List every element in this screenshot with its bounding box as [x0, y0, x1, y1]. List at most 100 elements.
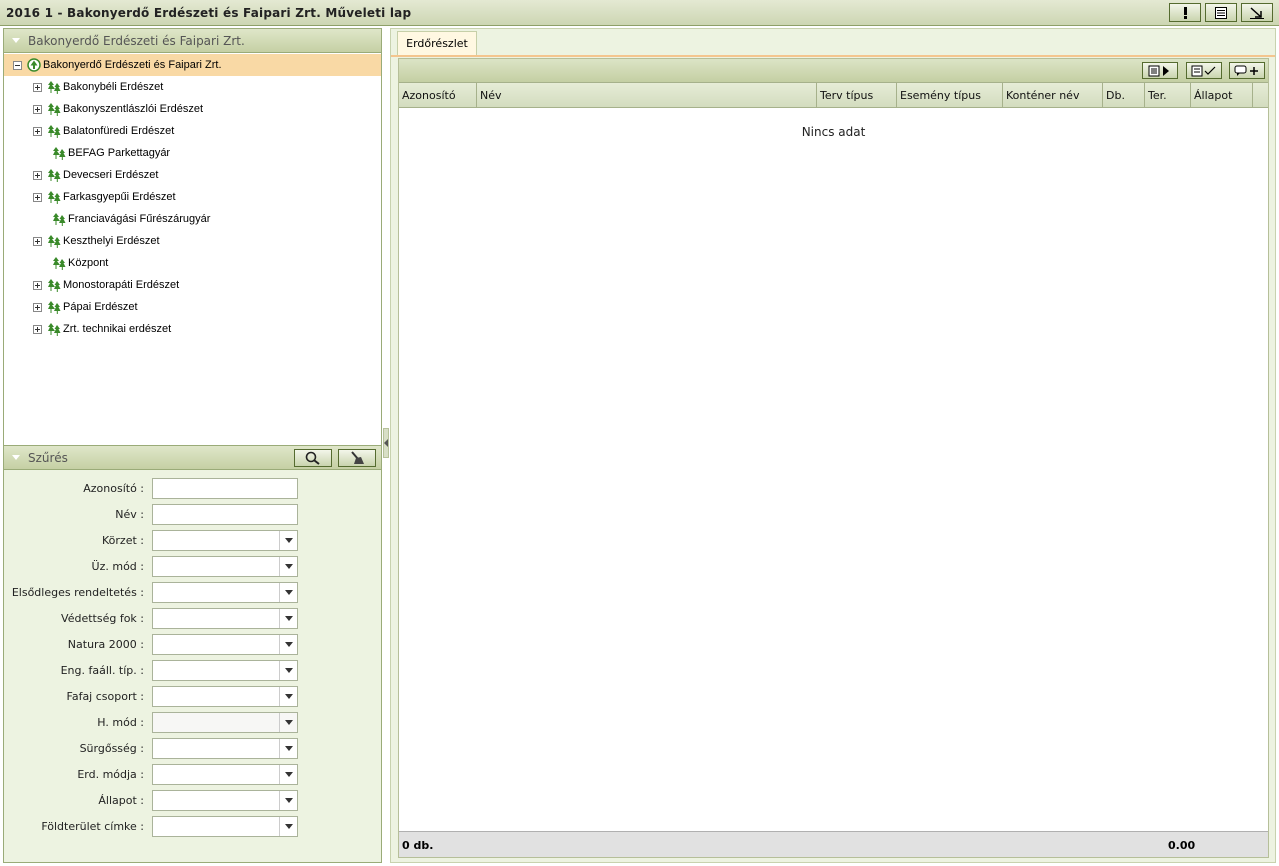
tree-item[interactable]: Farkasgyepűi Erdészet	[4, 186, 176, 208]
filter-label: Körzet :	[102, 533, 144, 547]
list-forward-button[interactable]	[1142, 62, 1178, 79]
chevron-down-icon[interactable]	[279, 712, 297, 732]
tree-item[interactable]: BEFAG Parkettagyár	[4, 142, 170, 164]
right-panel: Erdőrészlet Azonosító Név Terv típus Esemén…	[390, 28, 1276, 863]
tree-item-label: Központ	[68, 257, 109, 269]
filter-select[interactable]	[152, 737, 298, 759]
filter-select[interactable]	[152, 789, 298, 811]
expand-toggle-icon[interactable]	[33, 280, 42, 290]
expand-toggle-icon[interactable]	[33, 324, 42, 334]
tree-item-label: Bakonyszentlászlói Erdészet	[63, 103, 204, 115]
filter-label: Fafaj csoport :	[66, 689, 144, 703]
tree-item-label: Monostorapáti Erdészet	[63, 279, 180, 291]
column-header[interactable]: Konténer név	[1003, 83, 1103, 108]
column-header[interactable]: Ter.	[1145, 83, 1191, 108]
forest-icon-wrap	[52, 212, 66, 226]
column-header[interactable]: Azonosító	[399, 83, 477, 108]
chevron-down-icon[interactable]	[279, 530, 297, 550]
filter-text-input[interactable]	[152, 503, 298, 525]
tree-item[interactable]: Devecseri Erdészet	[4, 164, 158, 186]
filter-select[interactable]	[152, 763, 298, 785]
expand-toggle-icon[interactable]	[33, 126, 42, 136]
chevron-down-icon[interactable]	[279, 738, 297, 758]
filter-select[interactable]	[152, 815, 298, 837]
filter-row: Üz. mód :	[4, 555, 381, 577]
filter-label: H. mód :	[97, 715, 144, 729]
column-header[interactable]: Terv típus	[817, 83, 897, 108]
grid-toolbar	[399, 59, 1268, 83]
tree-panel-header[interactable]: Bakonyerdő Erdészeti és Faipari Zrt.	[4, 29, 381, 53]
filter-text-input[interactable]	[152, 477, 298, 499]
expand-toggle-icon[interactable]	[33, 302, 42, 312]
alert-button[interactable]	[1169, 3, 1201, 22]
filter-label: Erd. módja :	[77, 767, 144, 781]
tree-item[interactable]: Bakonyszentlászlói Erdészet	[4, 98, 203, 120]
forest-icon-wrap	[47, 80, 61, 94]
chevron-down-icon[interactable]	[279, 764, 297, 784]
chevron-down-icon[interactable]	[279, 582, 297, 602]
tree-item[interactable]: Pápai Erdészet	[4, 296, 138, 318]
tree-item[interactable]: Központ	[4, 252, 108, 274]
expand-toggle-icon[interactable]	[33, 236, 42, 246]
chevron-down-icon[interactable]	[279, 634, 297, 654]
collapse-triangle-icon[interactable]	[12, 38, 20, 43]
tree-item[interactable]: Zrt. technikai erdészet	[4, 318, 171, 340]
filter-select[interactable]	[152, 555, 298, 577]
forest-icon	[48, 323, 61, 336]
filter-label: Üz. mód :	[91, 559, 144, 573]
expand-toggle-icon[interactable]	[33, 82, 42, 92]
filter-row: Állapot :	[4, 789, 381, 811]
chevron-down-icon[interactable]	[279, 686, 297, 706]
exclamation-icon	[1184, 6, 1187, 19]
expand-toggle-icon[interactable]	[33, 192, 42, 202]
chevron-down-icon[interactable]	[279, 816, 297, 836]
column-header[interactable]: Esemény típus	[897, 83, 1003, 108]
tree-item-label: Farkasgyepűi Erdészet	[63, 191, 176, 203]
document-list-button[interactable]	[1205, 3, 1237, 22]
tree-item[interactable]: Monostorapáti Erdészet	[4, 274, 179, 296]
filter-row: Elsődleges rendeltetés :	[4, 581, 381, 603]
chevron-down-icon[interactable]	[279, 660, 297, 680]
column-header[interactable]: Db.	[1103, 83, 1145, 108]
filter-select[interactable]	[152, 633, 298, 655]
grid-header: Azonosító Név Terv típus Esemény típus Konté…	[399, 83, 1268, 108]
chevron-down-icon[interactable]	[279, 790, 297, 810]
tree-item[interactable]: Keszthelyi Erdészet	[4, 230, 160, 252]
filter-select[interactable]	[152, 529, 298, 551]
tree-item[interactable]: Bakonybéli Erdészet	[4, 76, 163, 98]
expand-toggle-icon[interactable]	[33, 104, 42, 114]
tree-root-node[interactable]: Bakonyerdő Erdészeti és Faipari Zrt.	[4, 54, 381, 76]
filter-select[interactable]	[152, 685, 298, 707]
filter-select[interactable]	[152, 581, 298, 603]
title-actions	[1169, 3, 1273, 22]
collapse-toggle-icon[interactable]	[13, 60, 22, 70]
filter-panel-header[interactable]: Szűrés	[4, 446, 381, 470]
add-comment-button[interactable]	[1229, 62, 1265, 79]
tree-item[interactable]: Balatonfüredi Erdészet	[4, 120, 174, 142]
expand-toggle-icon[interactable]	[33, 170, 42, 180]
filter-select[interactable]	[152, 711, 298, 733]
filter-row: Védettség fok :	[4, 607, 381, 629]
tab-erdoreszlet[interactable]: Erdőrészlet	[397, 31, 477, 55]
search-button[interactable]	[294, 449, 332, 467]
filter-select[interactable]	[152, 607, 298, 629]
column-header[interactable]: Név	[477, 83, 817, 108]
document-check-icon	[1191, 65, 1216, 76]
grid-footer: 0 db. 0.00	[399, 831, 1268, 857]
panel-splitter[interactable]	[383, 428, 389, 458]
tree-item-label: Balatonfüredi Erdészet	[63, 125, 175, 137]
filter-row: Földterület címke :	[4, 815, 381, 837]
filter-select[interactable]	[152, 659, 298, 681]
column-header[interactable]: Állapot	[1191, 83, 1253, 108]
clear-filter-button[interactable]	[338, 449, 376, 467]
tree-item[interactable]: Franciavágási Fűrészárugyár	[4, 208, 210, 230]
filter-label: Eng. faáll. típ. :	[60, 663, 144, 677]
chevron-down-icon[interactable]	[279, 608, 297, 628]
collapse-triangle-icon[interactable]	[12, 455, 20, 460]
minimize-button[interactable]	[1241, 3, 1273, 22]
document-check-button[interactable]	[1186, 62, 1222, 79]
forest-icon	[48, 191, 61, 204]
comment-add-icon	[1234, 65, 1258, 76]
forest-icon	[48, 125, 61, 138]
chevron-down-icon[interactable]	[279, 556, 297, 576]
